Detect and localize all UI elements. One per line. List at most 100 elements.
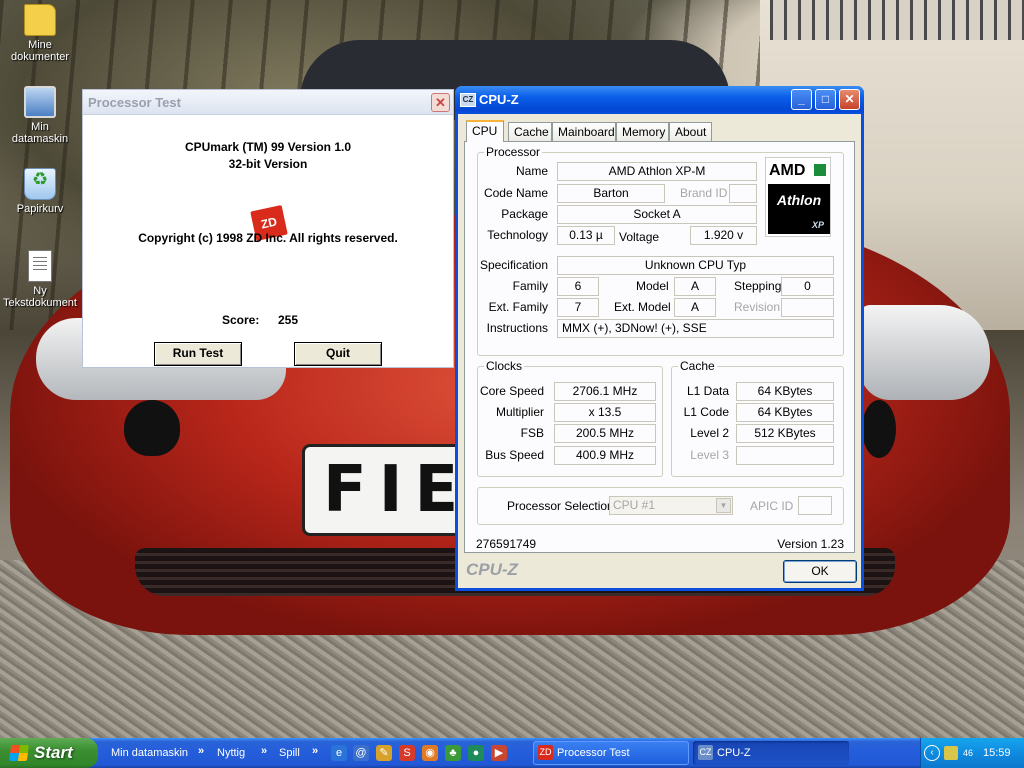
ext-model-label: Ext. Model bbox=[614, 300, 671, 314]
athlon-logo-icon: Athlon XP bbox=[768, 184, 830, 234]
voltage-field: 1.920 v bbox=[690, 226, 757, 245]
clock[interactable]: 15:59 bbox=[983, 738, 1011, 768]
tab-cache[interactable]: Cache bbox=[508, 122, 552, 141]
tab-cpu[interactable]: CPU bbox=[466, 120, 504, 142]
skype-icon[interactable]: S bbox=[399, 745, 415, 761]
ok-button[interactable]: OK bbox=[783, 560, 857, 583]
desktop-icon-my-documents[interactable]: Mine dokumenter bbox=[2, 4, 78, 63]
processor-selection-value: CPU #1 bbox=[613, 498, 656, 512]
package-label: Package bbox=[501, 207, 548, 221]
maximize-icon: □ bbox=[821, 92, 830, 106]
desktop-icon-my-computer[interactable]: Min datamaskin bbox=[2, 86, 78, 145]
model-label: Model bbox=[636, 279, 669, 293]
internet-explorer-icon[interactable]: e bbox=[331, 745, 347, 761]
desktop-icon-label: Min datamaskin bbox=[11, 121, 69, 145]
stepping-field: 0 bbox=[781, 277, 834, 296]
multiplier-label: Multiplier bbox=[495, 405, 544, 419]
instructions-field: MMX (+), 3DNow! (+), SSE bbox=[557, 319, 834, 338]
fsb-label: FSB bbox=[520, 426, 544, 440]
tab-memory[interactable]: Memory bbox=[616, 122, 669, 141]
multiplier-field: x 13.5 bbox=[554, 403, 656, 422]
processor-group: Processor Name AMD Athlon XP-M Code Name… bbox=[477, 145, 844, 356]
globe-icon[interactable]: ● bbox=[468, 745, 484, 761]
family-label: Family bbox=[512, 279, 548, 293]
network-icon[interactable] bbox=[944, 746, 958, 760]
toolbar-chevron-icon[interactable]: » bbox=[261, 738, 267, 768]
revision-label: Revision bbox=[734, 300, 781, 314]
close-button[interactable]: ✕ bbox=[431, 93, 450, 112]
wallpaper-bumper-guard-right bbox=[862, 400, 896, 458]
processor-selection-dropdown[interactable]: CPU #1 ▼ bbox=[609, 496, 733, 515]
run-test-button[interactable]: Run Test bbox=[154, 342, 242, 366]
l1-code-field: 64 KBytes bbox=[736, 403, 834, 422]
processor-test-window: Processor Test ✕ CPUmark (TM) 99 Version… bbox=[82, 89, 454, 368]
group-title: Processor bbox=[484, 145, 543, 159]
processor-selection-label: Processor Selection bbox=[507, 499, 614, 513]
show-hidden-icons-chevron-icon[interactable]: ‹ bbox=[924, 745, 940, 761]
desktop-icon-text-document[interactable]: Ny Tekstdokument bbox=[2, 250, 78, 309]
messenger-icon[interactable]: ♣ bbox=[445, 745, 461, 761]
toolbar-spill[interactable]: Spill bbox=[279, 738, 300, 768]
toolbar-chevron-icon[interactable]: » bbox=[198, 738, 204, 768]
specification-label: Specification bbox=[479, 258, 548, 272]
recycle-bin-icon bbox=[24, 168, 56, 200]
toolbar-chevron-icon[interactable]: » bbox=[312, 738, 318, 768]
codename-label: Code Name bbox=[483, 186, 548, 200]
computer-icon bbox=[24, 86, 56, 118]
group-title: Clocks bbox=[484, 359, 525, 373]
taskbar-button-label: Processor Test bbox=[557, 747, 630, 759]
ext-model-field: A bbox=[674, 298, 716, 317]
toolbar-nyttig[interactable]: Nyttig bbox=[217, 738, 245, 768]
edit-tool-icon[interactable]: ✎ bbox=[376, 745, 392, 761]
processor-selection-group: Processor Selection CPU #1 ▼ APIC ID bbox=[477, 487, 844, 525]
amd-arrow-icon bbox=[814, 164, 826, 176]
taskbar-button-processor-test[interactable]: ZD Processor Test bbox=[533, 741, 689, 765]
wallpaper-bumper-guard-left bbox=[124, 400, 180, 456]
media-tool-icon[interactable]: ▶ bbox=[491, 745, 507, 761]
start-label: Start bbox=[34, 743, 73, 762]
processor-test-body: CPUmark (TM) 99 Version 1.0 32-bit Versi… bbox=[83, 116, 453, 367]
quit-button[interactable]: Quit bbox=[294, 342, 382, 366]
technology-label: Technology bbox=[487, 228, 548, 242]
tab-about[interactable]: About bbox=[669, 122, 712, 141]
close-icon: ✕ bbox=[435, 95, 446, 110]
cpuz-client-area: CPU Cache Mainboard Memory About Process… bbox=[458, 114, 861, 588]
benchmark-version: 32-bit Version bbox=[228, 157, 308, 171]
close-button[interactable]: ✕ bbox=[839, 89, 860, 110]
windows-flag-icon bbox=[8, 745, 30, 761]
cpuz-app-icon: CZ bbox=[698, 745, 713, 760]
cpu-tab-panel: Processor Name AMD Athlon XP-M Code Name… bbox=[464, 141, 855, 553]
start-button[interactable]: Start bbox=[0, 738, 98, 768]
toolbar-my-computer[interactable]: Min datamaskin bbox=[111, 738, 188, 768]
firefox-icon[interactable]: ◉ bbox=[422, 745, 438, 761]
brandid-label: Brand ID bbox=[680, 186, 728, 200]
minimize-button[interactable]: _ bbox=[791, 89, 812, 110]
window-title: Processor Test bbox=[88, 95, 181, 110]
window-title: CPU-Z bbox=[479, 92, 519, 107]
chevron-down-icon[interactable]: ▼ bbox=[716, 498, 731, 513]
outlook-express-icon[interactable]: @ bbox=[353, 745, 369, 761]
l1-data-label: L1 Data bbox=[686, 384, 729, 398]
benchmark-name: CPUmark (TM) 99 Version 1.0 bbox=[184, 140, 352, 154]
cpuz-title-bar[interactable]: CZ CPU-Z _ □ ✕ bbox=[455, 86, 864, 114]
desktop-icon-label: Ny Tekstdokument bbox=[3, 285, 77, 309]
processor-test-title-bar[interactable]: Processor Test bbox=[83, 90, 453, 115]
network-badge[interactable]: 46 bbox=[961, 746, 975, 760]
minimize-icon: _ bbox=[798, 92, 805, 106]
score-value: 255 bbox=[278, 313, 299, 327]
version-label: Version 1.23 bbox=[777, 537, 844, 551]
package-field: Socket A bbox=[557, 205, 757, 224]
desktop-icon-recycle-bin[interactable]: Papirkurv bbox=[2, 168, 78, 215]
apic-id-label: APIC ID bbox=[750, 499, 794, 513]
name-field: AMD Athlon XP-M bbox=[557, 162, 757, 181]
name-label: Name bbox=[515, 164, 548, 178]
cpuz-window: CZ CPU-Z _ □ ✕ CPU Cache Mainboard Memor… bbox=[455, 86, 864, 591]
system-tray: ‹ 46 15:59 bbox=[920, 738, 1024, 768]
amd-athlon-logo: AMD Athlon XP bbox=[765, 157, 831, 237]
fsb-field: 200.5 MHz bbox=[554, 424, 656, 443]
taskbar-button-cpuz[interactable]: CZ CPU-Z bbox=[693, 741, 849, 765]
maximize-button[interactable]: □ bbox=[815, 89, 836, 110]
model-field: A bbox=[674, 277, 716, 296]
tab-mainboard[interactable]: Mainboard bbox=[552, 122, 616, 141]
text-document-icon bbox=[28, 250, 52, 282]
